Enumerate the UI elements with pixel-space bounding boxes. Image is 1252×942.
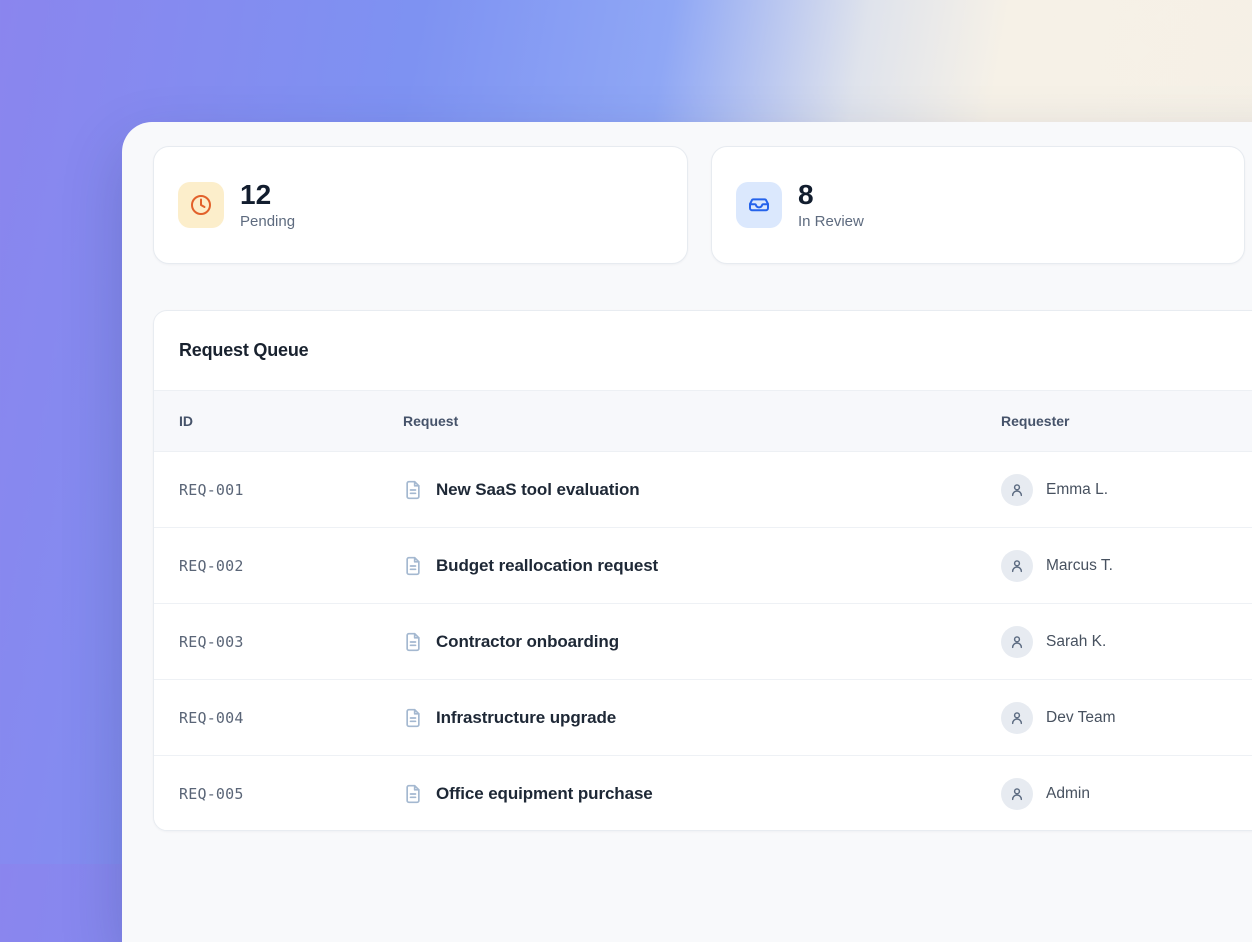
request-cell: Infrastructure upgrade — [403, 708, 1001, 728]
stat-card-pending: 12 Pending — [153, 146, 688, 264]
avatar — [1001, 778, 1033, 810]
stat-value: 8 — [798, 180, 864, 211]
stat-value: 12 — [240, 180, 295, 211]
stat-label: In Review — [798, 213, 864, 230]
request-title: Office equipment purchase — [436, 784, 653, 804]
requester-name: Dev Team — [1046, 709, 1116, 727]
table-row[interactable]: REQ-005 Office equipment purchase Admin — [154, 756, 1252, 831]
inbox-icon — [747, 193, 771, 217]
request-title: Infrastructure upgrade — [436, 708, 616, 728]
requester-cell: Emma L. — [1001, 474, 1252, 506]
requester-cell: Admin — [1001, 778, 1252, 810]
stat-iconbox-pending — [178, 182, 224, 228]
stat-card-in-review: 8 In Review — [711, 146, 1245, 264]
table-row[interactable]: REQ-002 Budget reallocation request Marc… — [154, 528, 1252, 604]
stat-text-in-review: 8 In Review — [798, 180, 864, 231]
document-icon — [403, 556, 423, 576]
requester-name: Emma L. — [1046, 481, 1108, 499]
document-icon — [403, 632, 423, 652]
request-title: New SaaS tool evaluation — [436, 480, 640, 500]
request-id: REQ-002 — [179, 557, 403, 575]
requester-name: Sarah K. — [1046, 633, 1106, 651]
column-header-request: Request — [403, 413, 1001, 429]
table-row[interactable]: REQ-001 New SaaS tool evaluation Emma L. — [154, 452, 1252, 528]
request-cell: New SaaS tool evaluation — [403, 480, 1001, 500]
request-title: Budget reallocation request — [436, 556, 658, 576]
panel-title: Request Queue — [179, 340, 308, 361]
request-id: REQ-004 — [179, 709, 403, 727]
request-cell: Budget reallocation request — [403, 556, 1001, 576]
stat-text-pending: 12 Pending — [240, 180, 295, 231]
main-content-container: 12 Pending 8 In Review Request Queue ID … — [122, 122, 1252, 942]
clock-icon — [189, 193, 213, 217]
request-id: REQ-001 — [179, 481, 403, 499]
request-queue-panel: Request Queue ID Request Requester REQ-0… — [153, 310, 1252, 831]
table-body: REQ-001 New SaaS tool evaluation Emma L. — [154, 452, 1252, 831]
column-header-requester: Requester — [1001, 413, 1252, 429]
document-icon — [403, 480, 423, 500]
request-title: Contractor onboarding — [436, 632, 619, 652]
avatar — [1001, 550, 1033, 582]
avatar — [1001, 626, 1033, 658]
desktop-background: { "stats": [ { "value": "12", "label": "… — [0, 0, 1252, 864]
document-icon — [403, 708, 423, 728]
avatar — [1001, 474, 1033, 506]
request-cell: Contractor onboarding — [403, 632, 1001, 652]
requester-cell: Dev Team — [1001, 702, 1252, 734]
table-row[interactable]: REQ-004 Infrastructure upgrade Dev Team — [154, 680, 1252, 756]
request-cell: Office equipment purchase — [403, 784, 1001, 804]
requester-name: Admin — [1046, 785, 1090, 803]
stat-iconbox-in-review — [736, 182, 782, 228]
stat-label: Pending — [240, 213, 295, 230]
avatar — [1001, 702, 1033, 734]
requester-cell: Marcus T. — [1001, 550, 1252, 582]
table-header-row: ID Request Requester — [154, 390, 1252, 452]
request-id: REQ-003 — [179, 633, 403, 651]
request-id: REQ-005 — [179, 785, 403, 803]
panel-title-row: Request Queue — [154, 311, 1252, 390]
table-row[interactable]: REQ-003 Contractor onboarding Sarah K. — [154, 604, 1252, 680]
requester-name: Marcus T. — [1046, 557, 1113, 575]
document-icon — [403, 784, 423, 804]
requester-cell: Sarah K. — [1001, 626, 1252, 658]
column-header-id: ID — [179, 413, 403, 429]
